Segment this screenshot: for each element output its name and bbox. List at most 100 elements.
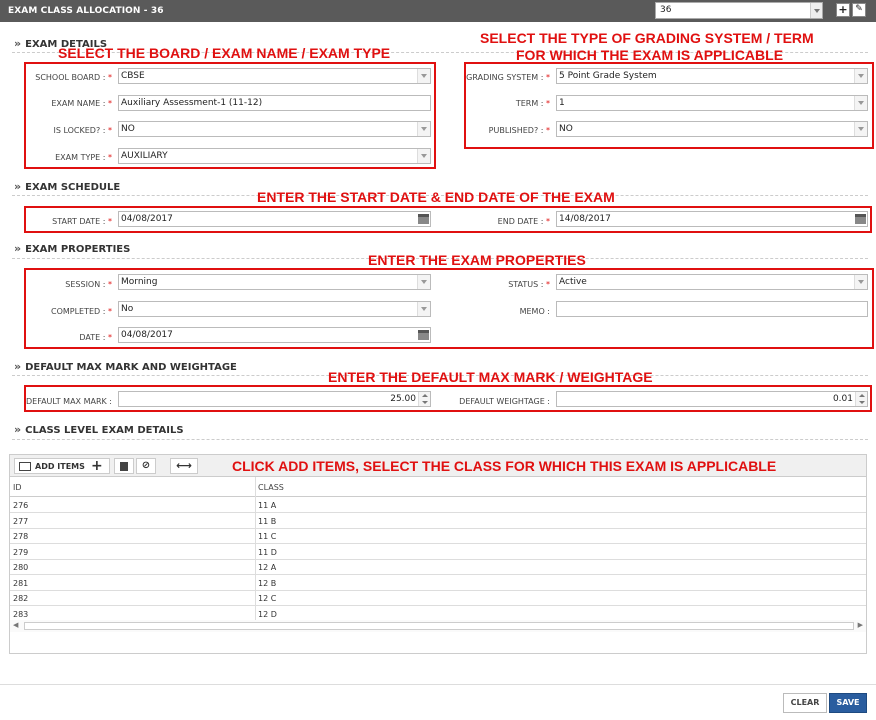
is-locked-label: IS LOCKED? : * bbox=[53, 126, 112, 135]
completed-label: COMPLETED : * bbox=[50, 307, 112, 316]
section-exam-properties: » EXAM PROPERTIES bbox=[14, 242, 130, 255]
session-select[interactable]: Morning bbox=[118, 274, 431, 290]
end-date-value: 14/08/2017 bbox=[559, 214, 611, 224]
chevron-down-icon[interactable] bbox=[417, 69, 430, 83]
section-exam-schedule: » EXAM SCHEDULE bbox=[14, 180, 120, 193]
session-label: SESSION : * bbox=[65, 280, 112, 289]
annotation-properties: ENTER THE EXAM PROPERTIES bbox=[368, 252, 586, 268]
term-label: TERM : * bbox=[515, 99, 550, 108]
save-button[interactable]: SAVE bbox=[829, 693, 867, 713]
cell-id: 276 bbox=[13, 501, 29, 510]
scrollbar-track[interactable] bbox=[24, 622, 854, 630]
published-label: PUBLISHED? : * bbox=[488, 126, 550, 135]
start-date-input[interactable]: 04/08/2017 bbox=[118, 211, 431, 227]
chevron-down-icon[interactable] bbox=[854, 69, 867, 83]
stepper-icon[interactable] bbox=[418, 392, 430, 406]
grading-system-select[interactable]: 5 Point Grade System bbox=[556, 68, 868, 84]
table-row[interactable]: 282 12 C bbox=[10, 591, 866, 606]
cell-class: 11 A bbox=[258, 501, 277, 510]
record-selector-value: 36 bbox=[660, 5, 672, 15]
school-board-value: CBSE bbox=[121, 71, 145, 81]
calendar-icon[interactable] bbox=[855, 214, 866, 224]
chevron-down-icon[interactable] bbox=[417, 275, 430, 289]
chevron-down-icon[interactable] bbox=[417, 149, 430, 163]
memo-input[interactable] bbox=[556, 301, 868, 317]
double-chevron-icon: » bbox=[14, 423, 22, 436]
exam-type-label: EXAM TYPE : * bbox=[55, 153, 112, 162]
double-chevron-icon: » bbox=[14, 360, 22, 373]
clear-button[interactable]: CLEAR bbox=[783, 693, 827, 713]
default-weightage-input[interactable]: 0.01 bbox=[556, 391, 868, 407]
school-board-select[interactable]: CBSE bbox=[118, 68, 431, 84]
session-value: Morning bbox=[121, 277, 158, 287]
grid-header: ID CLASS bbox=[10, 477, 866, 497]
table-row[interactable]: 276 11 A bbox=[10, 498, 866, 513]
term-value: 1 bbox=[559, 98, 565, 108]
cancel-button[interactable]: ⊘ bbox=[136, 458, 156, 474]
published-select[interactable]: NO bbox=[556, 121, 868, 137]
exam-type-value: AUXILIARY bbox=[121, 151, 168, 161]
chevron-down-icon[interactable] bbox=[417, 302, 430, 316]
default-weightage-label: DEFAULT WEIGHTAGE : bbox=[459, 397, 550, 406]
section-default-max-mark: » DEFAULT MAX MARK AND WEIGHTAGE bbox=[14, 360, 237, 373]
is-locked-select[interactable]: NO bbox=[118, 121, 431, 137]
chevron-down-icon[interactable] bbox=[810, 3, 822, 18]
scroll-left-icon[interactable]: ◀ bbox=[13, 621, 18, 629]
exam-type-select[interactable]: AUXILIARY bbox=[118, 148, 431, 164]
date-input[interactable]: 04/08/2017 bbox=[118, 327, 431, 343]
start-date-label: START DATE : * bbox=[52, 217, 112, 226]
term-select[interactable]: 1 bbox=[556, 95, 868, 111]
delete-button[interactable] bbox=[114, 458, 134, 474]
default-max-mark-value: 25.00 bbox=[390, 394, 416, 404]
chevron-down-icon[interactable] bbox=[854, 122, 867, 136]
default-max-mark-label: DEFAULT MAX MARK : bbox=[25, 397, 112, 406]
stepper-icon[interactable] bbox=[855, 392, 867, 406]
column-header-class[interactable]: CLASS bbox=[258, 483, 284, 492]
window-titlebar: EXAM CLASS ALLOCATION - 36 36 + ✎ bbox=[0, 0, 876, 22]
resize-button[interactable]: ⟷ bbox=[170, 458, 198, 474]
calendar-icon[interactable] bbox=[418, 330, 429, 340]
date-value: 04/08/2017 bbox=[121, 330, 173, 340]
horizontal-scrollbar[interactable]: ◀ ▶ bbox=[10, 620, 866, 632]
window-title: EXAM CLASS ALLOCATION - 36 bbox=[8, 6, 164, 16]
horizontal-arrows-icon: ⟷ bbox=[176, 459, 192, 472]
cell-class: 12 B bbox=[258, 578, 277, 588]
calendar-icon[interactable] bbox=[418, 214, 429, 224]
add-items-button[interactable]: ADD ITEMS + bbox=[14, 458, 110, 474]
chevron-down-icon[interactable] bbox=[854, 275, 867, 289]
table-row[interactable]: 280 12 A bbox=[10, 560, 866, 575]
section-title: CLASS LEVEL EXAM DETAILS bbox=[25, 425, 184, 436]
column-header-id[interactable]: ID bbox=[13, 483, 22, 492]
ban-icon: ⊘ bbox=[141, 460, 151, 471]
annotation-grading-2: FOR WHICH THE EXAM IS APPLICABLE bbox=[516, 47, 784, 63]
cell-class: 12 D bbox=[258, 609, 277, 619]
start-date-value: 04/08/2017 bbox=[121, 214, 173, 224]
record-selector[interactable]: 36 bbox=[655, 2, 823, 19]
status-select[interactable]: Active bbox=[556, 274, 868, 290]
divider bbox=[12, 439, 868, 440]
cell-id: 283 bbox=[13, 609, 29, 619]
double-chevron-icon: » bbox=[14, 37, 22, 50]
cell-class: 12 C bbox=[258, 594, 277, 603]
scroll-right-icon[interactable]: ▶ bbox=[858, 621, 863, 629]
chevron-down-icon[interactable] bbox=[417, 122, 430, 136]
edit-icon[interactable]: ✎ bbox=[852, 3, 866, 17]
cell-class: 11 D bbox=[258, 547, 277, 557]
annotation-dates: ENTER THE START DATE & END DATE OF THE E… bbox=[257, 189, 615, 205]
table-row[interactable]: 277 11 B bbox=[10, 514, 866, 529]
end-date-input[interactable]: 14/08/2017 bbox=[556, 211, 868, 227]
annotation-grading-1: SELECT THE TYPE OF GRADING SYSTEM / TERM bbox=[480, 30, 814, 46]
cell-id: 281 bbox=[13, 578, 29, 588]
section-title: EXAM SCHEDULE bbox=[25, 182, 121, 193]
exam-name-input[interactable]: Auxiliary Assessment-1 (11-12) bbox=[118, 95, 431, 111]
completed-select[interactable]: No bbox=[118, 301, 431, 317]
table-row[interactable]: 278 11 C bbox=[10, 529, 866, 544]
section-title: DEFAULT MAX MARK AND WEIGHTAGE bbox=[25, 362, 237, 373]
plus-icon[interactable]: + bbox=[836, 3, 850, 17]
table-row[interactable]: 279 11 D bbox=[10, 545, 866, 560]
date-label: DATE : * bbox=[79, 333, 112, 342]
end-date-label: END DATE : * bbox=[497, 217, 550, 226]
chevron-down-icon[interactable] bbox=[854, 96, 867, 110]
default-max-mark-input[interactable]: 25.00 bbox=[118, 391, 431, 407]
table-row[interactable]: 281 12 B bbox=[10, 576, 866, 591]
